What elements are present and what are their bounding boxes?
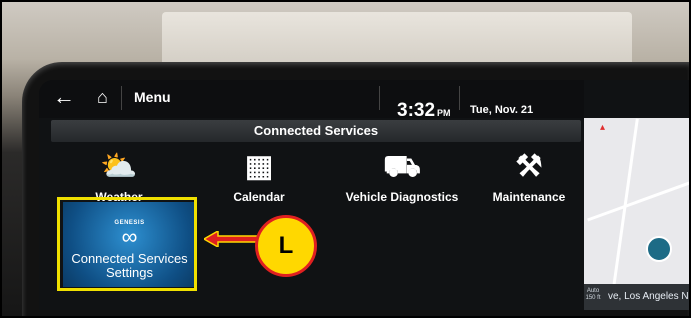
photo-frame: ← ⌂ Menu 3:32 PM Tue, Nov. 21 Connected S…	[0, 0, 691, 318]
maintenance-label: Maintenance	[492, 190, 566, 204]
vehicle-diagnostics-label: Vehicle Diagnostics	[345, 190, 459, 204]
map-location: ve, Los Angeles N	[608, 291, 689, 302]
title-bar: Connected Services	[51, 120, 581, 142]
car-icon: ⛟	[383, 150, 421, 183]
calendar-tile[interactable]: ▦ Calendar	[219, 150, 299, 205]
map-info-bar: Auto 150 ft ve, Los Angeles N	[584, 284, 689, 310]
compass-icon: ▴	[600, 122, 606, 133]
clock: 3:32 PM	[397, 100, 451, 122]
menu-button[interactable]: Menu	[134, 89, 171, 105]
current-location-icon	[646, 236, 672, 262]
divider	[121, 86, 122, 110]
map-road	[587, 177, 689, 222]
back-arrow-icon[interactable]: ←	[53, 86, 75, 108]
map-location-tail: N	[681, 291, 689, 302]
status-bar: ← ⌂ Menu 3:32 PM Tue, Nov. 21	[39, 80, 584, 121]
page-title: Connected Services	[253, 123, 379, 138]
divider	[459, 86, 460, 110]
clock-ampm: PM	[437, 108, 451, 118]
map-location-text: ve, Los Angeles	[608, 291, 679, 302]
tools-icon: ⚒	[515, 150, 543, 183]
callout-badge: L	[255, 215, 317, 277]
highlight-box	[57, 197, 197, 291]
vehicle-diagnostics-tile[interactable]: ⛟ Vehicle Diagnostics	[337, 150, 467, 205]
calendar-label: Calendar	[233, 190, 285, 204]
maintenance-tile[interactable]: ⚒ Maintenance	[479, 150, 579, 205]
home-icon[interactable]: ⌂	[97, 88, 108, 106]
weather-icon: ⛅	[100, 150, 138, 183]
navigation-map[interactable]: ▴ Auto 150 ft ve, Los Angeles N	[584, 118, 689, 310]
divider	[379, 86, 380, 110]
date: Tue, Nov. 21	[470, 104, 534, 116]
calendar-icon: ▦	[244, 150, 274, 183]
map-scale: Auto 150 ft	[585, 288, 601, 301]
clock-time: 3:32	[397, 100, 436, 121]
